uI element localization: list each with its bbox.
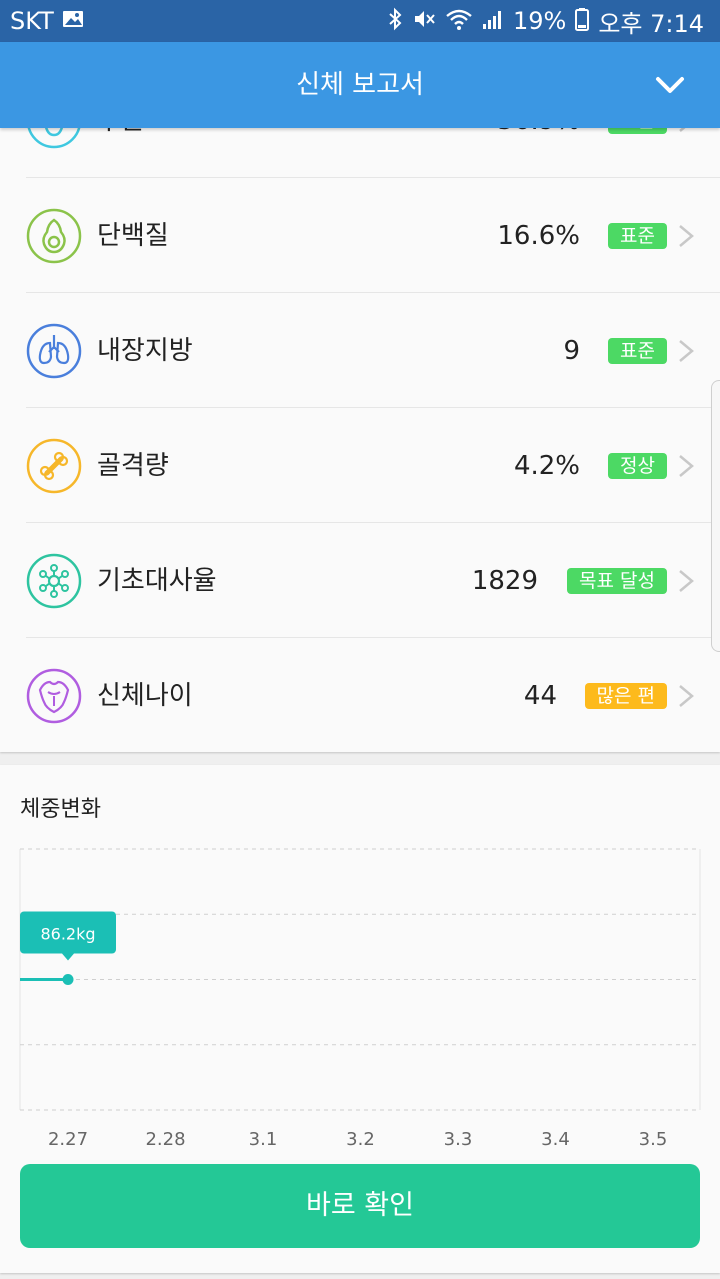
list-item-visceral-fat[interactable]: 내장지방 9 표준 xyxy=(0,293,720,408)
x-tick-label: 3.1 xyxy=(249,1129,278,1150)
signal-icon xyxy=(482,8,504,34)
list-item-body-age[interactable]: 신체나이 44 많은 편 xyxy=(0,638,720,752)
list-item-bone-mass[interactable]: 골격량 4.2% 정상 xyxy=(0,408,720,523)
metric-label: 수분 xyxy=(97,128,145,141)
metric-value: 56.9% xyxy=(497,128,580,141)
x-tick-label: 2.27 xyxy=(48,1129,88,1150)
lungs-icon xyxy=(26,323,82,379)
metric-value: 9 xyxy=(563,336,580,366)
chevron-right-icon xyxy=(678,684,694,708)
tooltip-label: 86.2kg xyxy=(40,925,95,944)
chevron-right-icon xyxy=(678,128,694,133)
status-badge: 표준 xyxy=(608,128,667,134)
status-badge: 정상 xyxy=(608,453,667,479)
x-tick-label: 3.5 xyxy=(639,1129,668,1150)
app-bar: 신체 보고서 xyxy=(0,42,720,128)
page-title: 신체 보고서 xyxy=(296,70,424,100)
avocado-icon xyxy=(26,208,82,264)
body-torso-icon xyxy=(26,668,82,724)
metric-label: 내장지방 xyxy=(97,336,193,366)
battery-percent: 19% xyxy=(512,7,567,35)
metric-value: 16.6% xyxy=(497,221,580,251)
list-item-water[interactable]: 수분 56.9% 표준 xyxy=(0,128,720,178)
bluetooth-icon xyxy=(387,7,403,35)
chevron-right-icon xyxy=(678,339,694,363)
metric-label: 기초대사율 xyxy=(97,566,217,596)
water-drop-icon xyxy=(26,128,82,149)
metric-value: 44 xyxy=(523,681,557,711)
list-item-protein[interactable]: 단백질 16.6% 표준 xyxy=(0,178,720,293)
metrics-list: 수분 56.9% 표준 단백질 16.6% 표준 내장지방 9 표준 xyxy=(0,128,720,752)
battery-icon xyxy=(575,7,590,35)
status-badge: 표준 xyxy=(608,223,667,249)
side-scroll-handle[interactable] xyxy=(711,380,720,652)
metric-label: 단백질 xyxy=(97,221,169,251)
data-point xyxy=(62,974,74,985)
bone-icon xyxy=(26,438,82,494)
status-badge: 목표 달성 xyxy=(567,568,667,594)
status-bar: SKT 19% 오후 7:14 xyxy=(0,0,720,42)
status-left: SKT xyxy=(10,7,84,35)
molecule-icon xyxy=(26,553,82,609)
chevron-right-icon xyxy=(678,569,694,593)
status-badge: 많은 편 xyxy=(584,683,667,709)
chevron-right-icon xyxy=(678,454,694,478)
weight-line-chart: 2.27 2.28 3.1 3.2 3.3 3.4 3.5 86.2kg xyxy=(19,848,701,1150)
mute-icon xyxy=(412,7,436,35)
chevron-down-icon[interactable] xyxy=(652,67,688,103)
tooltip-pointer xyxy=(62,953,74,961)
carrier-label: SKT xyxy=(10,7,54,35)
gallery-icon xyxy=(62,9,84,33)
x-tick-label: 3.3 xyxy=(444,1129,473,1150)
metric-label: 골격량 xyxy=(97,451,169,481)
metric-value: 1829 xyxy=(471,566,538,596)
x-tick-label: 2.28 xyxy=(145,1129,185,1150)
status-badge: 표준 xyxy=(608,338,667,364)
x-tick-label: 3.2 xyxy=(346,1129,375,1150)
clock: 오후 7:14 xyxy=(598,9,704,38)
status-right: 19% 오후 7:14 xyxy=(387,4,704,39)
check-now-button[interactable]: 바로 확인 xyxy=(20,1164,700,1248)
weight-chart-card: 체중변화 2.27 2.28 3.1 3.2 3.3 3.4 3.5 86.2kg 바로 확인 xyxy=(0,765,720,1273)
wifi-icon xyxy=(445,7,473,35)
metric-value: 4.2% xyxy=(513,451,580,481)
metric-label: 신체나이 xyxy=(97,681,193,711)
list-item-bmr[interactable]: 기초대사율 1829 목표 달성 xyxy=(0,523,720,638)
chevron-right-icon xyxy=(678,224,694,248)
x-tick-label: 3.4 xyxy=(541,1129,570,1150)
